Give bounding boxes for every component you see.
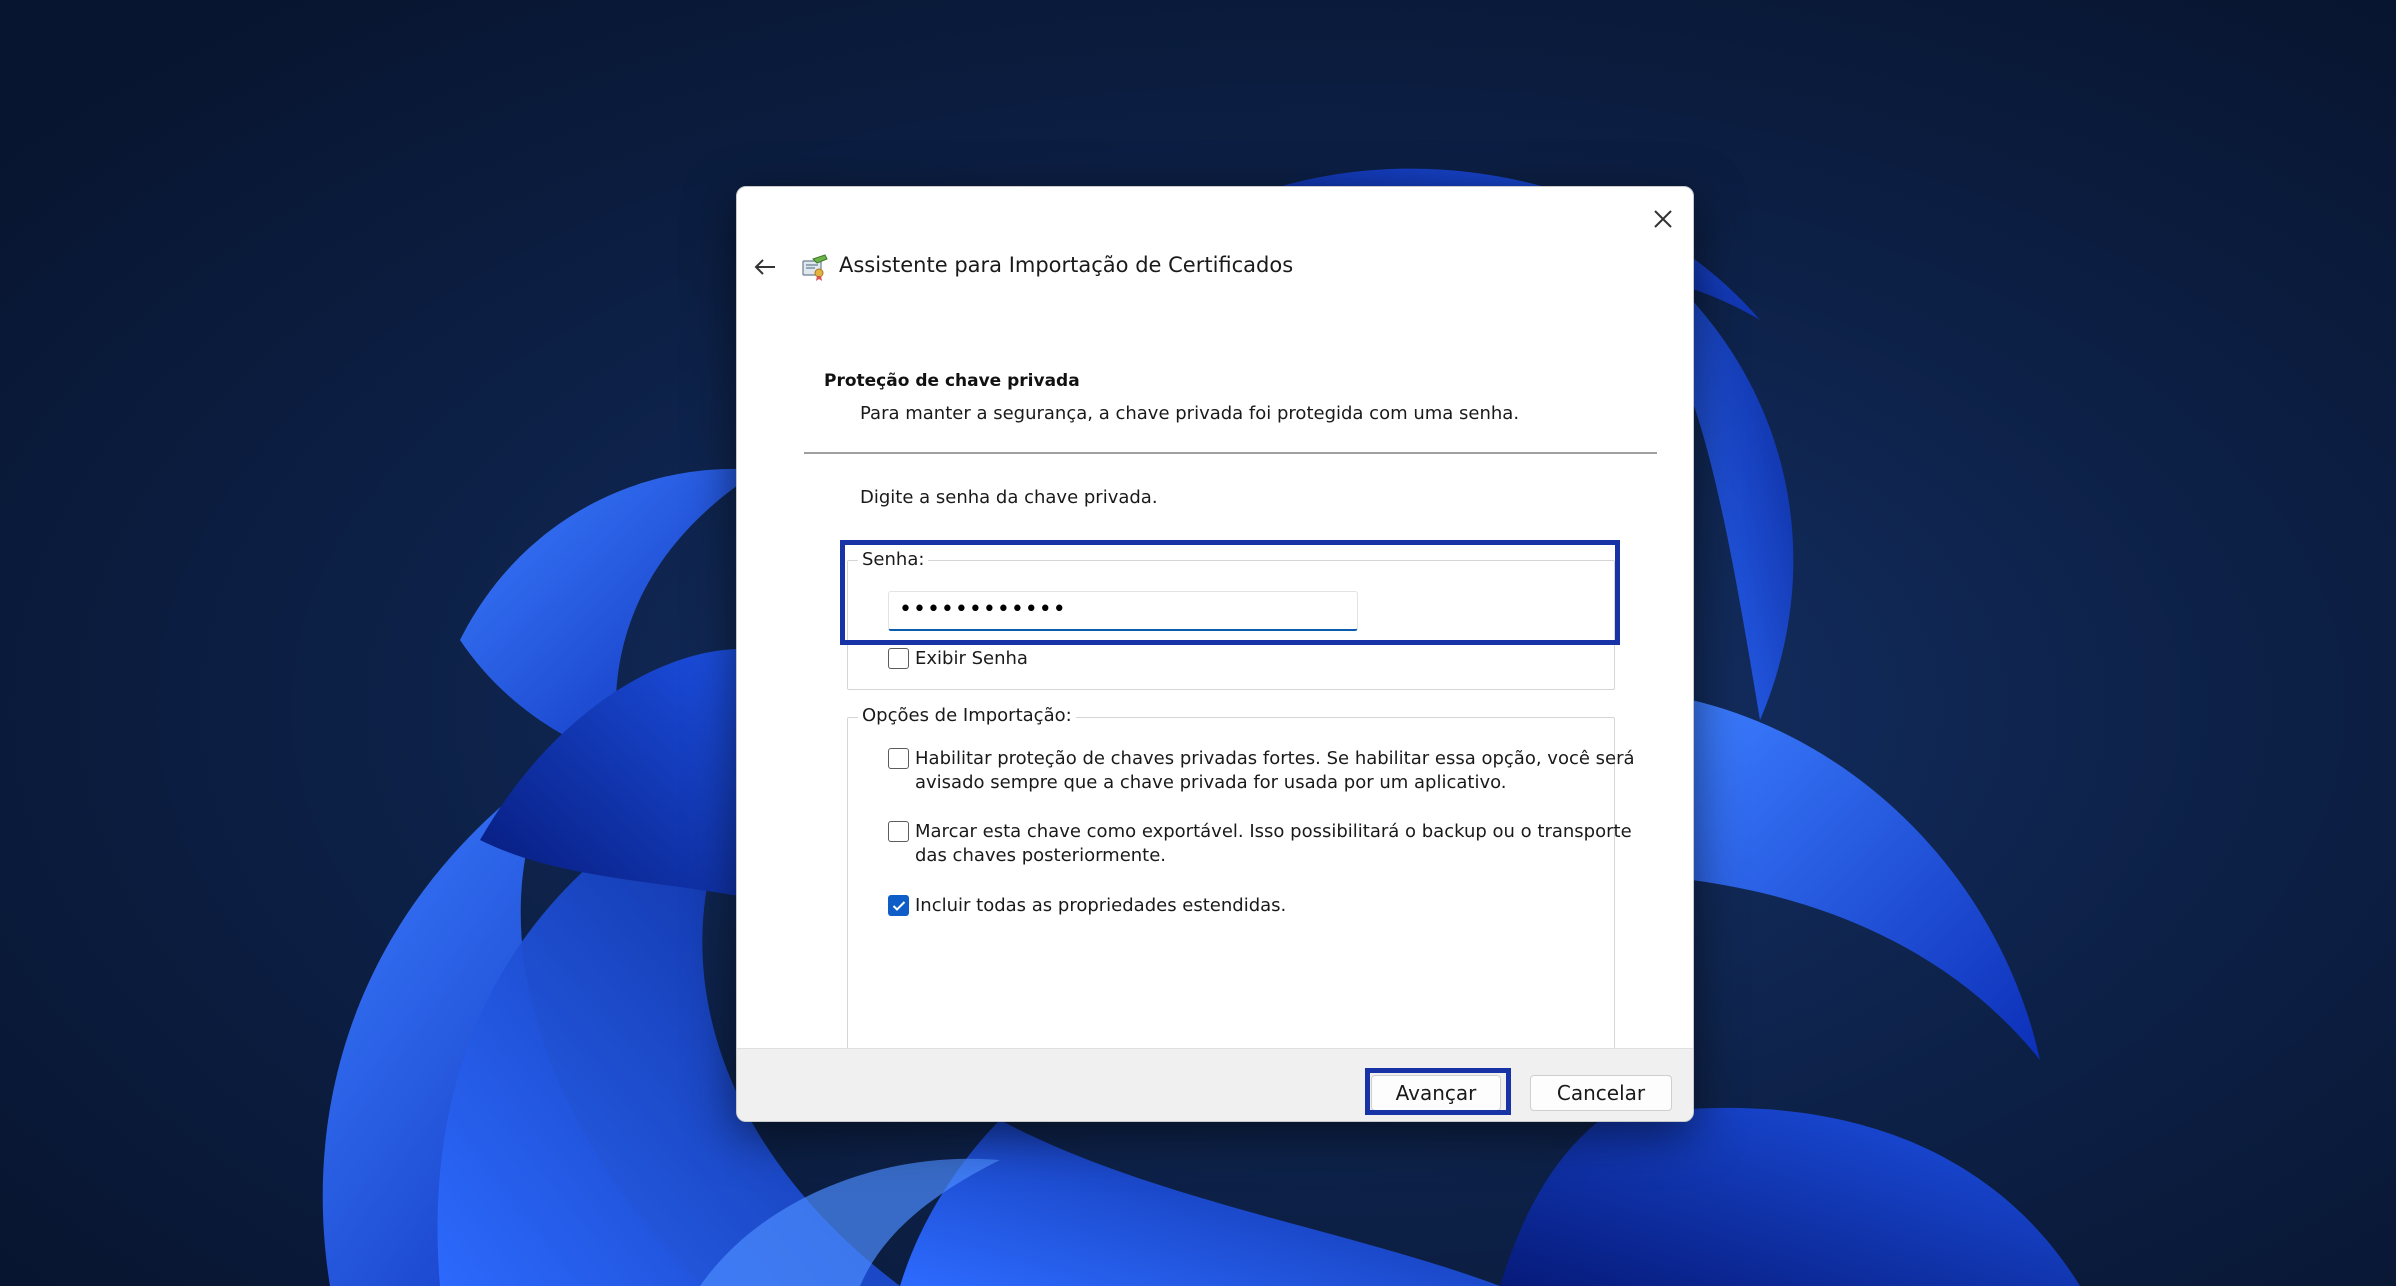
certificate-import-dialog: Assistente para Importação de Certificad… (736, 186, 1694, 1122)
option-checkbox[interactable] (888, 821, 909, 842)
import-options-label: Opções de Importação: (858, 705, 1076, 726)
option-label: Habilitar proteção de chaves privadas fo… (915, 748, 1635, 793)
option-label: Incluir todas as propriedades estendidas… (915, 895, 1287, 916)
dialog-footer: Avançar Cancelar (737, 1048, 1693, 1121)
dialog-title: Assistente para Importação de Certificad… (839, 253, 1294, 277)
option-exportable[interactable]: Marcar esta chave como exportável. Isso … (888, 820, 1632, 868)
password-prompt: Digite a senha da chave privada. (860, 487, 1158, 508)
show-password-label: Exibir Senha (915, 648, 1028, 669)
header-divider (804, 452, 1657, 454)
section-description: Para manter a segurança, a chave privada… (860, 403, 1520, 424)
close-icon (1654, 210, 1672, 228)
cancel-button[interactable]: Cancelar (1530, 1075, 1672, 1111)
option-strong-protection[interactable]: Habilitar proteção de chaves privadas fo… (888, 747, 1635, 795)
next-button-highlight-box (1365, 1068, 1511, 1115)
option-extended-properties[interactable]: Incluir todas as propriedades estendidas… (888, 894, 1286, 918)
option-checkbox[interactable] (888, 748, 909, 769)
back-arrow-icon (754, 259, 775, 275)
option-checkbox-checked[interactable] (888, 895, 909, 916)
certificate-icon (802, 254, 828, 281)
close-button[interactable] (1645, 201, 1681, 237)
option-label: Marcar esta chave como exportável. Isso … (915, 821, 1632, 866)
section-heading: Proteção de chave privada (824, 371, 1080, 391)
back-button[interactable] (747, 249, 783, 285)
show-password-row[interactable]: Exibir Senha (888, 647, 1028, 671)
show-password-checkbox[interactable] (888, 648, 909, 669)
password-highlight-box (840, 540, 1620, 645)
checkmark-icon (892, 900, 905, 911)
